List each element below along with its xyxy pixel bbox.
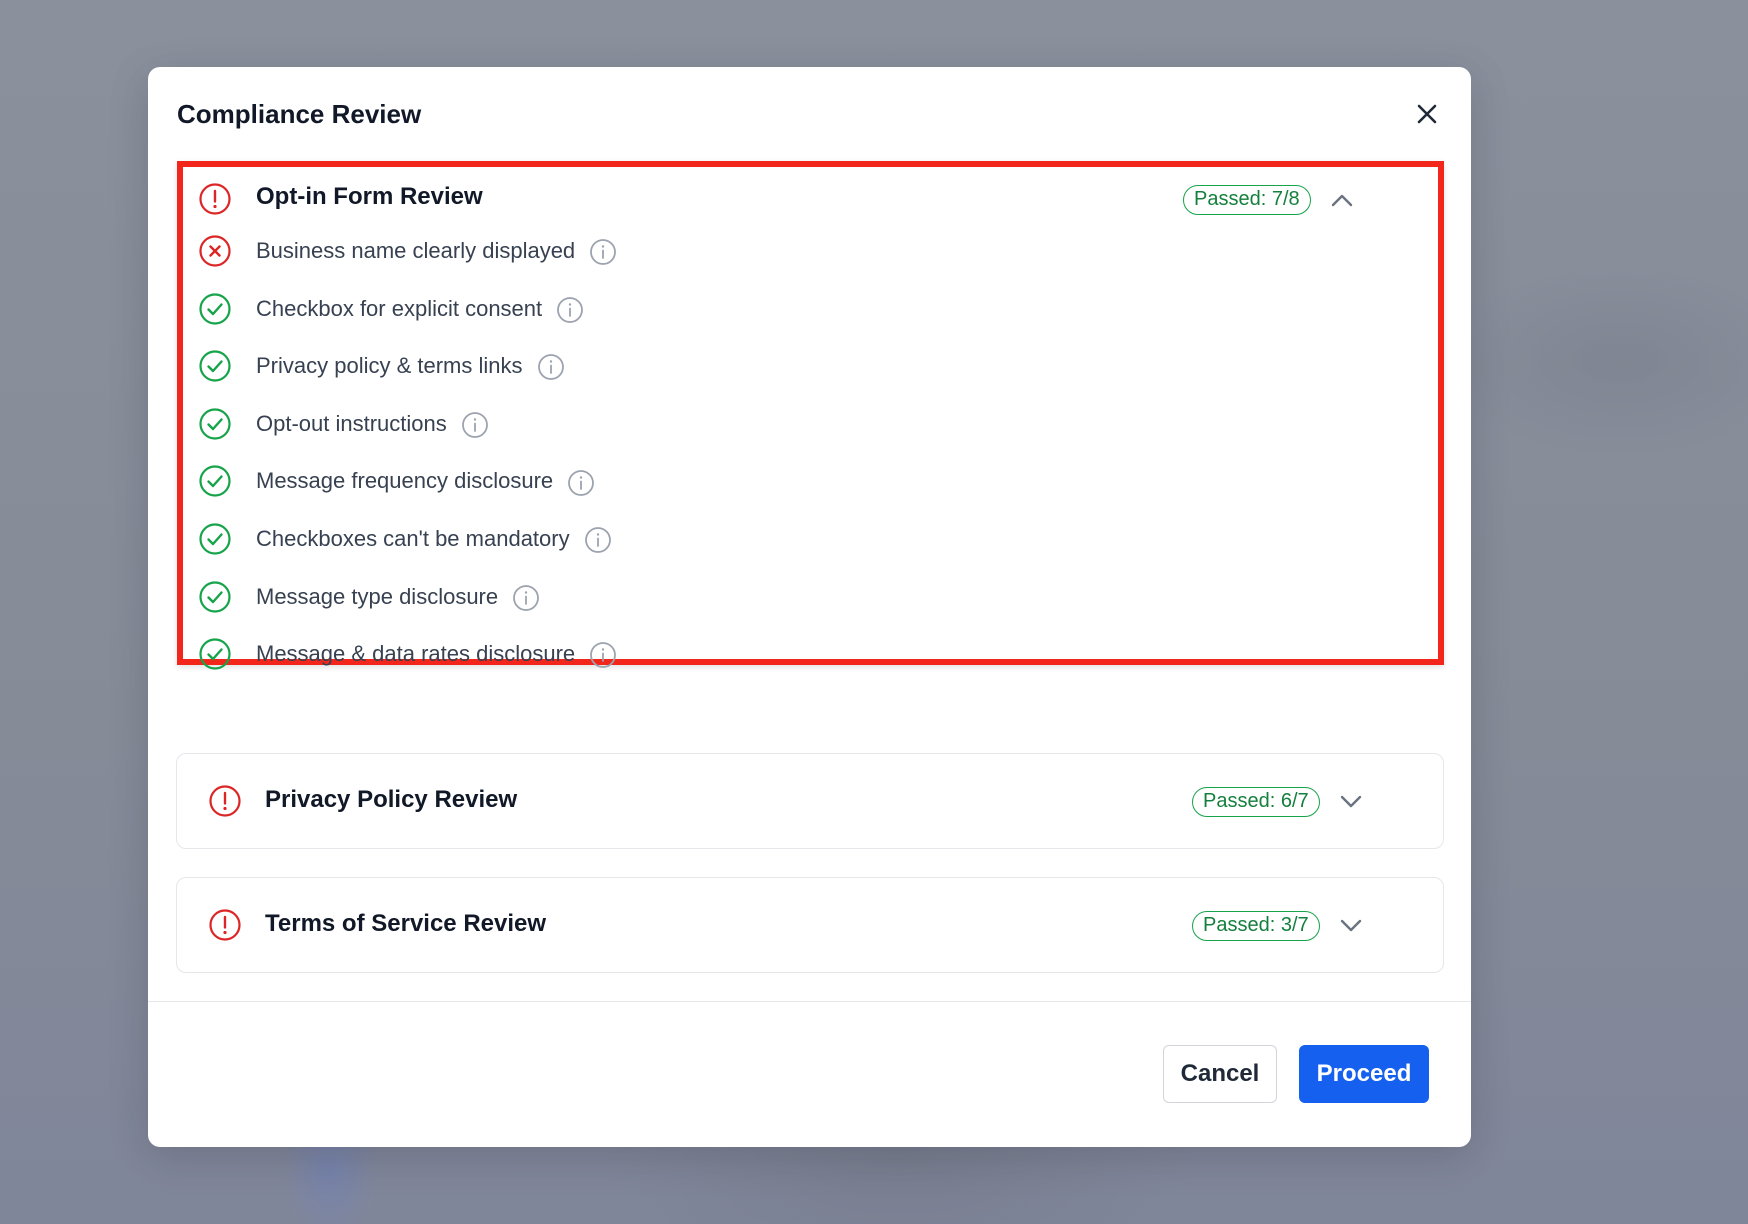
- checklist-item: Message type disclosure: [183, 577, 1383, 617]
- checklist-item-text: Checkbox for explicit consent: [256, 295, 543, 321]
- check-circle-icon: [197, 291, 233, 327]
- cancel-button[interactable]: Cancel: [1163, 1045, 1277, 1103]
- chevron-up-icon[interactable]: [1327, 185, 1357, 215]
- checklist-item: Privacy policy & terms links: [183, 346, 1383, 386]
- chevron-down-icon[interactable]: [1336, 911, 1366, 941]
- checklist-item: Business name clearly displayed: [183, 231, 1383, 271]
- info-icon[interactable]: [512, 584, 540, 612]
- check-circle-icon: [197, 636, 233, 672]
- passed-badge: Passed: 6/7: [1192, 787, 1320, 817]
- checklist-item: Message frequency disclosure: [183, 461, 1383, 501]
- modal-title: Compliance Review: [177, 99, 422, 129]
- info-icon[interactable]: [461, 411, 489, 439]
- section-title: Privacy Policy Review: [265, 786, 518, 813]
- section-title: Terms of Service Review: [265, 910, 547, 937]
- section-header[interactable]: Opt-in Form Review Passed: 7/8: [183, 169, 1438, 229]
- info-icon[interactable]: [589, 238, 617, 266]
- section-opt-in-form-review: Opt-in Form Review Passed: 7/8 Business …: [177, 161, 1444, 670]
- passed-badge: Passed: 3/7: [1192, 911, 1320, 941]
- checklist-item-label: Business name clearly displayed: [256, 231, 617, 271]
- checklist-item: Checkboxes can't be mandatory: [183, 519, 1383, 559]
- chevron-down-icon[interactable]: [1336, 787, 1366, 817]
- warning-icon: [207, 783, 243, 819]
- checklist-item-text: Opt-out instructions: [256, 410, 447, 436]
- footer-divider: [148, 1001, 1471, 1002]
- checklist-item: Opt-out instructions: [183, 404, 1383, 444]
- check-circle-icon: [197, 348, 233, 384]
- x-circle-icon: [197, 233, 233, 269]
- checklist-item-label: Message & data rates disclosure: [256, 634, 617, 674]
- checklist-item-label: Privacy policy & terms links: [256, 346, 565, 386]
- checklist-item: Checkbox for explicit consent: [183, 289, 1383, 329]
- compliance-review-modal: Compliance Review Opt-in Form Review Pas…: [148, 67, 1471, 1147]
- check-circle-icon: [197, 579, 233, 615]
- info-icon[interactable]: [584, 526, 612, 554]
- proceed-button[interactable]: Proceed: [1299, 1045, 1429, 1103]
- section-terms-of-service-review[interactable]: Terms of Service Review Passed: 3/7: [176, 877, 1444, 973]
- info-icon[interactable]: [589, 641, 617, 669]
- close-button[interactable]: [1412, 99, 1442, 129]
- check-circle-icon: [197, 521, 233, 557]
- checklist-item-text: Business name clearly displayed: [256, 238, 576, 263]
- checklist-item-label: Opt-out instructions: [256, 404, 489, 444]
- warning-icon: [197, 181, 233, 217]
- checklist-item-text: Checkboxes can't be mandatory: [256, 526, 570, 551]
- section-title: Opt-in Form Review: [256, 183, 483, 210]
- info-icon[interactable]: [537, 353, 565, 381]
- checklist-item-text: Privacy policy & terms links: [256, 353, 523, 379]
- checklist-item-text: Message frequency disclosure: [256, 468, 554, 494]
- passed-badge: Passed: 7/8: [1183, 185, 1311, 215]
- checklist-item-label: Message frequency disclosure: [256, 461, 595, 501]
- checklist-item: Message & data rates disclosure: [183, 634, 1383, 674]
- checklist-item-text: Message type disclosure: [256, 583, 499, 609]
- info-icon[interactable]: [556, 296, 584, 324]
- checklist-item-label: Checkboxes can't be mandatory: [256, 519, 612, 559]
- check-circle-icon: [197, 463, 233, 499]
- check-circle-icon: [197, 406, 233, 442]
- section-privacy-policy-review[interactable]: Privacy Policy Review Passed: 6/7: [176, 753, 1444, 849]
- checklist-item-text: Message & data rates disclosure: [256, 641, 576, 667]
- warning-icon: [207, 907, 243, 943]
- info-icon[interactable]: [567, 469, 595, 497]
- close-icon: [1417, 104, 1437, 124]
- checklist-item-label: Message type disclosure: [256, 577, 540, 617]
- checklist-item-label: Checkbox for explicit consent: [256, 289, 584, 329]
